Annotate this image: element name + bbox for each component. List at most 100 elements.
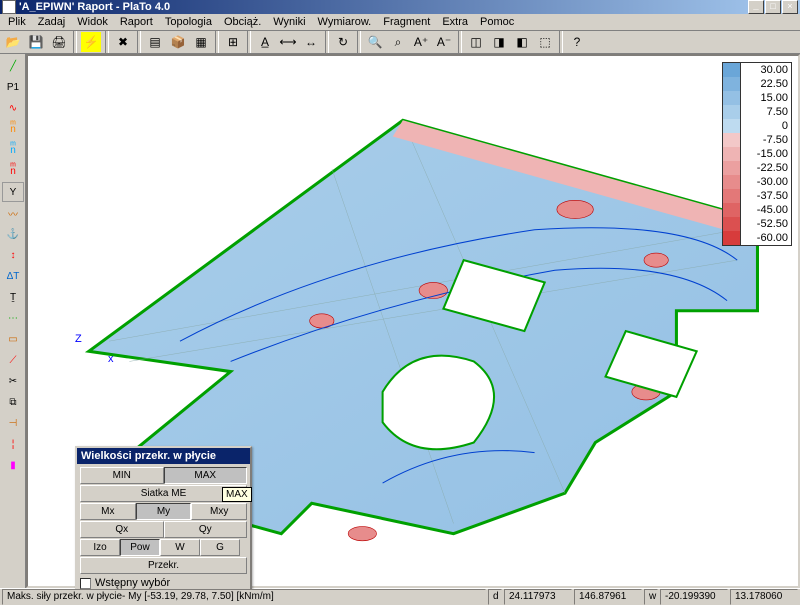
polyline-y-icon[interactable]: nͫ (2, 161, 24, 181)
window-buttons: _ □ × (748, 0, 798, 14)
toolbar-sep (105, 31, 109, 53)
polyline-n-icon[interactable]: nͫ (2, 119, 24, 139)
save-icon[interactable]: 💾 (25, 31, 47, 53)
color-legend: 30.00 22.50 15.00 7.50 0 -7.50 -15.00 -2… (722, 62, 792, 246)
maximize-button[interactable]: □ (765, 0, 781, 14)
main-area: ╱ P1 ∿ nͫ nͫ nͫ Y 〰 ⚓ ↕ ΔT Ṯ ⋯ ▭ ⟋ ✂ ⧉ ⊣… (0, 54, 800, 588)
text-icon[interactable]: Ṯ (2, 287, 24, 307)
axis-z-label: Z (75, 333, 82, 345)
menu-topologia[interactable]: Topologia (159, 14, 218, 30)
w-button[interactable]: W (160, 539, 200, 556)
toolbar-sep (73, 31, 77, 53)
mesh-icon[interactable]: ▦ (190, 31, 212, 53)
view-side-icon[interactable]: ◧ (511, 31, 533, 53)
legend-label: -7.50 (741, 134, 791, 146)
print-icon[interactable]: 🖨 (48, 31, 70, 53)
spline-icon[interactable]: 〰 (2, 203, 24, 223)
move-icon[interactable]: ↕ (2, 245, 24, 265)
minimize-button[interactable]: _ (748, 0, 764, 14)
y-box-icon[interactable]: Y (2, 182, 24, 202)
scissors-icon[interactable]: ✂ (2, 371, 24, 391)
polyline-n2-icon[interactable]: nͫ (2, 140, 24, 160)
help-icon[interactable]: ? (566, 31, 588, 53)
qy-button[interactable]: Qy (164, 521, 248, 538)
dim-a-icon[interactable]: A̲ (254, 31, 276, 53)
refresh-icon[interactable]: ↻ (332, 31, 354, 53)
qx-button[interactable]: Qx (80, 521, 164, 538)
anchor-icon[interactable]: ⚓ (2, 224, 24, 244)
mx-button[interactable]: Mx (80, 503, 136, 520)
marker-icon[interactable]: ▮ (2, 455, 24, 475)
toolbar-sep (247, 31, 251, 53)
polyline-r-icon[interactable]: ∿ (2, 98, 24, 118)
statusbar: Maks. siły przekr. w płycie- My [-53.19,… (0, 588, 800, 605)
titlebar: 'A_EPIWN' Raport - PlaTo 4.0 _ □ × (0, 0, 800, 14)
menu-wyniki[interactable]: Wyniki (267, 14, 311, 30)
layers-icon[interactable]: ▤ (144, 31, 166, 53)
status-y: 146.87961 (574, 589, 642, 605)
left-toolbar: ╱ P1 ∿ nͫ nͫ nͫ Y 〰 ⚓ ↕ ΔT Ṯ ⋯ ▭ ⟋ ✂ ⧉ ⊣… (0, 54, 26, 588)
my-button[interactable]: My (136, 503, 192, 520)
p1-tool-icon[interactable]: P1 (2, 77, 24, 97)
wstepny-checkbox[interactable]: Wstępny wybór (80, 577, 247, 589)
text-minus-icon[interactable]: A⁻ (433, 31, 455, 53)
legend-label: -30.00 (741, 176, 791, 188)
zoom-icon[interactable]: 🔍 (364, 31, 386, 53)
view-cube-icon[interactable]: ⬚ (534, 31, 556, 53)
dashed-icon[interactable]: ⋯ (2, 308, 24, 328)
legend-label: -60.00 (741, 232, 791, 244)
open-icon[interactable]: 📂 (2, 31, 24, 53)
window-title: 'A_EPIWN' Raport - PlaTo 4.0 (19, 1, 748, 13)
toolbar-sep (559, 31, 563, 53)
legend-label: -37.50 (741, 190, 791, 202)
max-button[interactable]: MAX (164, 467, 248, 484)
przekr-button[interactable]: Przekr. (80, 557, 247, 574)
view-iso-icon[interactable]: ◫ (465, 31, 487, 53)
mxy-button[interactable]: Mxy (191, 503, 247, 520)
end-icon[interactable]: ⊣ (2, 413, 24, 433)
highlight-icon[interactable]: ⚡ (80, 31, 102, 53)
menu-pomoc[interactable]: Pomoc (474, 14, 520, 30)
status-wx: -20.199390 (660, 589, 728, 605)
toolbar-sep (137, 31, 141, 53)
status-w-label: w (644, 589, 658, 605)
dim-t-icon[interactable]: ΔT (2, 266, 24, 286)
legend-label: 7.50 (741, 106, 791, 118)
close-button[interactable]: × (782, 0, 798, 14)
izo-button[interactable]: Izo (80, 539, 120, 556)
menu-extra[interactable]: Extra (436, 14, 474, 30)
toolbar: 📂 💾 🖨 ⚡ ✖ ▤ 📦 ▦ ⊞ A̲ ⟷ ↔ ↻ 🔍 ⌕ A⁺ A⁻ ◫ ◨… (0, 31, 800, 54)
pow-button[interactable]: Pow (120, 539, 160, 556)
toolbar-sep (215, 31, 219, 53)
menu-fragment[interactable]: Fragment (377, 14, 436, 30)
rect-icon[interactable]: ▭ (2, 329, 24, 349)
pipe-icon[interactable]: ¦ (2, 434, 24, 454)
min-button[interactable]: MIN (80, 467, 164, 484)
g-button[interactable]: G (200, 539, 240, 556)
zoom-window-icon[interactable]: ⌕ (387, 31, 409, 53)
line-tool-icon[interactable]: ╱ (2, 56, 24, 76)
combine-icon[interactable]: ⧉ (2, 392, 24, 412)
view-top-icon[interactable]: ◨ (488, 31, 510, 53)
legend-label: 0 (741, 120, 791, 132)
dim-c-icon[interactable]: ↔ (300, 31, 322, 53)
results-panel[interactable]: Wielkości przekr. w płycie MIN MAX Siatk… (75, 446, 252, 594)
menu-widok[interactable]: Widok (71, 14, 114, 30)
menu-plik[interactable]: Plik (2, 14, 32, 30)
panel-title[interactable]: Wielkości przekr. w płycie (77, 448, 250, 464)
legend-label: 22.50 (741, 78, 791, 90)
legend-label: -45.00 (741, 204, 791, 216)
cut-icon[interactable]: ⟋ (2, 350, 24, 370)
box-icon[interactable]: 📦 (167, 31, 189, 53)
menu-raport[interactable]: Raport (114, 14, 159, 30)
menu-wymiarow[interactable]: Wymiarow. (312, 14, 378, 30)
grid-icon[interactable]: ⊞ (222, 31, 244, 53)
checkbox-icon[interactable] (80, 578, 91, 589)
max-tooltip: MAX (222, 487, 252, 502)
delete-icon[interactable]: ✖ (112, 31, 134, 53)
menu-zadaj[interactable]: Zadaj (32, 14, 72, 30)
toolbar-sep (325, 31, 329, 53)
text-plus-icon[interactable]: A⁺ (410, 31, 432, 53)
menu-obciaz[interactable]: Obciąż. (218, 14, 267, 30)
dim-b-icon[interactable]: ⟷ (277, 31, 299, 53)
